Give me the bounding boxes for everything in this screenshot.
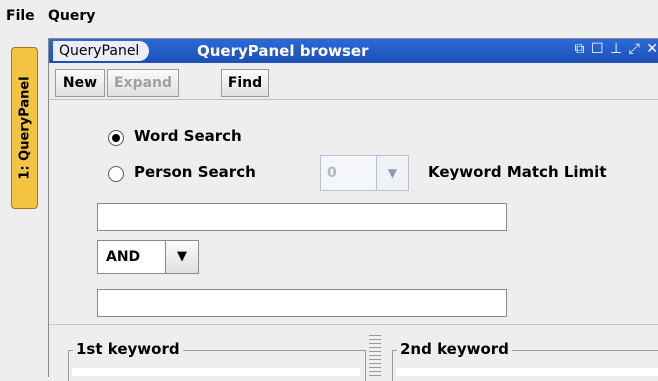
match-limit-label: Keyword Match Limit bbox=[428, 163, 607, 181]
keyword2-input[interactable] bbox=[97, 289, 507, 317]
float-icon[interactable]: ⤢ bbox=[629, 41, 641, 57]
panel-tab[interactable]: QueryPanel bbox=[53, 41, 150, 61]
menu-bar: File Query bbox=[0, 0, 658, 34]
second-keyword-list[interactable] bbox=[396, 368, 658, 376]
match-limit-combo[interactable]: 0 ▼ bbox=[320, 155, 409, 191]
pin-icon[interactable]: ⊥ bbox=[610, 41, 623, 57]
first-keyword-list[interactable] bbox=[72, 368, 360, 376]
operator-value: AND bbox=[106, 249, 141, 265]
word-search-label: Word Search bbox=[134, 127, 242, 145]
panel-title: QueryPanel browser bbox=[197, 42, 369, 60]
find-button[interactable]: Find bbox=[221, 69, 269, 97]
second-keyword-title: 2nd keyword bbox=[397, 340, 512, 358]
maximize-icon[interactable]: ☐ bbox=[591, 41, 605, 57]
new-button[interactable]: New bbox=[55, 69, 105, 97]
person-search-radio[interactable] bbox=[108, 166, 124, 182]
operator-select[interactable]: AND ▼ bbox=[97, 240, 199, 274]
splitter-handle[interactable] bbox=[369, 332, 381, 376]
expand-button[interactable]: Expand bbox=[107, 69, 179, 97]
menu-file[interactable]: File bbox=[6, 8, 35, 24]
person-search-label: Person Search bbox=[134, 163, 256, 181]
first-keyword-title: 1st keyword bbox=[73, 340, 183, 358]
window-controls: ⧉ ☐ ⊥ ⤢ ✕ bbox=[574, 41, 658, 57]
toolbar: New Expand Find bbox=[49, 65, 658, 100]
match-limit-value[interactable]: 0 bbox=[320, 155, 378, 191]
menu-query[interactable]: Query bbox=[48, 8, 95, 24]
panel-divider bbox=[49, 324, 658, 325]
keyword1-input[interactable] bbox=[97, 203, 507, 231]
restore-icon[interactable]: ⧉ bbox=[574, 41, 585, 57]
panel-title-bar: QueryPanel QueryPanel browser ⧉ ☐ ⊥ ⤢ ✕ bbox=[49, 39, 658, 63]
word-search-radio[interactable] bbox=[108, 130, 124, 146]
side-tab-querypanel[interactable]: 1: QueryPanel bbox=[11, 47, 38, 209]
side-tab-label: 1: QueryPanel bbox=[17, 76, 32, 180]
chevron-down-icon[interactable]: ▼ bbox=[376, 155, 409, 191]
chevron-down-icon[interactable]: ▼ bbox=[165, 241, 198, 273]
close-icon[interactable]: ✕ bbox=[646, 41, 658, 57]
